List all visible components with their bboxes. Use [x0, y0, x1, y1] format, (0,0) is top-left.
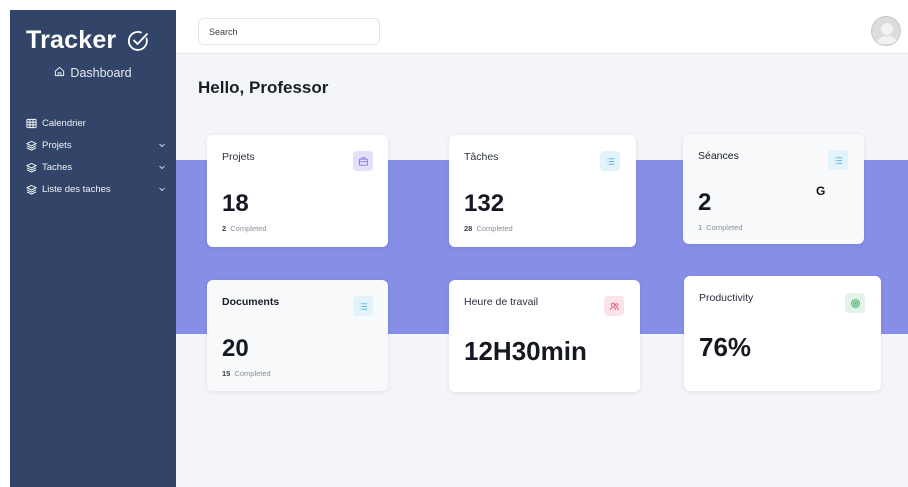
card-value: 12H30min — [464, 336, 587, 366]
completed-label: Completed — [476, 224, 513, 233]
card-value: 76% — [699, 332, 752, 362]
card-value: 2 — [698, 189, 712, 216]
card-title: Séances — [698, 150, 739, 162]
home-icon — [54, 66, 65, 80]
card-completed: 1 Completed — [698, 223, 743, 232]
sidebar-item-label: Liste des taches — [42, 183, 111, 195]
target-icon — [845, 293, 865, 313]
main-content: Hello, Professor Projets 18 2 Completed … — [176, 54, 908, 487]
briefcase-icon — [353, 151, 373, 171]
card-value: 132 — [464, 190, 505, 217]
sidebar-item-liste-des-taches[interactable]: Liste des taches — [26, 178, 166, 200]
search-input[interactable] — [198, 18, 380, 45]
sidebar-item-label: Calendrier — [42, 117, 86, 129]
check-circle-icon — [126, 29, 150, 53]
card-title: Heure de travail — [464, 296, 539, 308]
completed-count: 2 — [222, 224, 227, 233]
completed-label: Completed — [706, 223, 743, 232]
card-heure-de-travail[interactable]: Heure de travail 12H30min — [449, 280, 640, 392]
sidebar-item-taches[interactable]: Taches — [26, 156, 166, 178]
chevron-down-icon[interactable] — [158, 185, 166, 193]
chevron-down-icon[interactable] — [158, 141, 166, 149]
completed-label: Completed — [234, 369, 271, 378]
sidebar-item-dashboard[interactable]: Dashboard — [10, 66, 176, 80]
card-title: Productivity — [699, 292, 754, 304]
card-value: 20 — [222, 335, 249, 362]
card-title: Projets — [222, 151, 255, 163]
sidebar-item-label: Projets — [42, 139, 72, 151]
card-title: Documents — [222, 296, 280, 308]
completed-count: 15 — [222, 369, 231, 378]
grammar-extension-glyph: G — [816, 184, 826, 198]
card-title: Tâches — [464, 151, 499, 163]
brand-name: Tracker — [26, 26, 117, 54]
sidebar-nav: Calendrier Projets Taches Liste des tach… — [26, 112, 166, 200]
card-completed: 15 Completed — [222, 369, 271, 378]
card-seances[interactable]: Séances G 2 1 Completed — [683, 134, 864, 244]
list-icon — [353, 296, 373, 316]
card-taches[interactable]: Tâches 132 28 Completed — [449, 135, 636, 247]
sidebar: Tracker Dashboard Calendrier Projets Tac… — [10, 10, 176, 487]
card-productivity[interactable]: Productivity 76% — [684, 276, 881, 391]
card-documents[interactable]: Documents 20 15 Completed — [207, 280, 388, 391]
layers-icon — [26, 184, 37, 195]
card-completed: 2 Completed — [222, 224, 267, 233]
list-icon — [828, 150, 848, 170]
avatar[interactable] — [871, 16, 901, 46]
top-bar — [176, 10, 908, 54]
users-icon — [604, 296, 624, 316]
list-icon — [600, 151, 620, 171]
sidebar-item-label: Dashboard — [70, 66, 132, 80]
completed-count: 1 — [698, 223, 703, 232]
calendar-icon — [26, 118, 37, 129]
card-value: 18 — [222, 190, 249, 217]
layers-icon — [26, 140, 37, 151]
sidebar-item-calendrier[interactable]: Calendrier — [26, 112, 166, 134]
layers-icon — [26, 162, 37, 173]
card-projets[interactable]: Projets 18 2 Completed — [207, 135, 388, 247]
page-title: Hello, Professor — [198, 78, 329, 97]
sidebar-item-label: Taches — [42, 161, 73, 173]
completed-label: Completed — [230, 224, 267, 233]
sidebar-item-projets[interactable]: Projets — [26, 134, 166, 156]
completed-count: 28 — [464, 224, 473, 233]
card-completed: 28 Completed — [464, 224, 513, 233]
brand-logo[interactable]: Tracker — [26, 26, 150, 55]
chevron-down-icon[interactable] — [158, 163, 166, 171]
